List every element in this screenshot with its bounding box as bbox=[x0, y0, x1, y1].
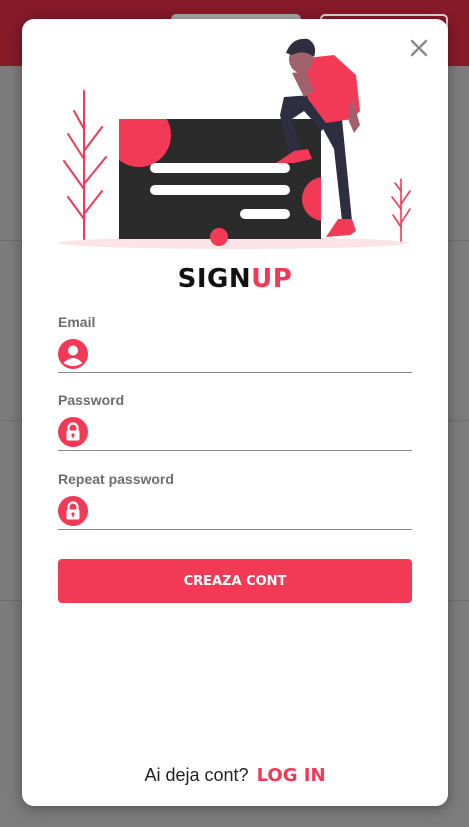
create-account-button[interactable]: CREAZA CONT bbox=[58, 559, 412, 603]
title-accent: UP bbox=[251, 264, 293, 294]
email-field-row bbox=[58, 338, 412, 373]
signup-modal: SIGNUP Email Password Repeat password CR… bbox=[22, 19, 448, 806]
page-title: SIGNUP bbox=[22, 264, 448, 294]
password-input[interactable] bbox=[98, 418, 412, 446]
login-prompt-text: Ai deja cont? bbox=[144, 765, 249, 785]
login-link[interactable]: LOG IN bbox=[257, 765, 326, 786]
repeat-password-label: Repeat password bbox=[58, 471, 174, 487]
repeat-password-field-group: Repeat password bbox=[58, 471, 412, 530]
lock-icon bbox=[58, 417, 88, 447]
email-label: Email bbox=[58, 314, 96, 330]
repeat-password-field-row bbox=[58, 495, 412, 530]
password-field-row bbox=[58, 416, 412, 451]
password-field-group: Password bbox=[58, 392, 412, 451]
password-label: Password bbox=[58, 392, 125, 408]
email-field-group: Email bbox=[58, 314, 412, 373]
repeat-password-input[interactable] bbox=[98, 497, 412, 525]
title-main: SIGN bbox=[177, 264, 252, 294]
login-prompt: Ai deja cont? LOG IN bbox=[22, 765, 448, 786]
lock-icon bbox=[58, 496, 88, 526]
email-input[interactable] bbox=[98, 340, 412, 368]
user-icon bbox=[58, 339, 88, 369]
signup-illustration bbox=[59, 38, 411, 249]
